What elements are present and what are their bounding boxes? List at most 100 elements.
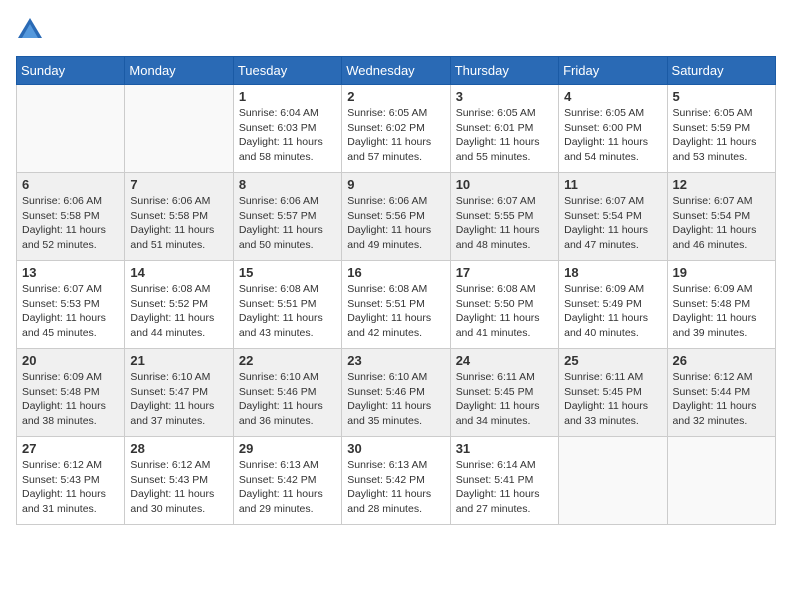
calendar-week-5: 27 Sunrise: 6:12 AM Sunset: 5:43 PM Dayli… (17, 437, 776, 525)
calendar-cell: 2 Sunrise: 6:05 AM Sunset: 6:02 PM Daylig… (342, 85, 450, 173)
day-number: 20 (22, 353, 119, 368)
calendar-cell: 14 Sunrise: 6:08 AM Sunset: 5:52 PM Dayli… (125, 261, 233, 349)
day-info: Sunrise: 6:05 AM Sunset: 6:01 PM Dayligh… (456, 106, 553, 165)
weekday-header-saturday: Saturday (667, 57, 775, 85)
day-number: 29 (239, 441, 336, 456)
day-info: Sunrise: 6:10 AM Sunset: 5:47 PM Dayligh… (130, 370, 227, 429)
logo (16, 16, 48, 44)
calendar-week-1: 1 Sunrise: 6:04 AM Sunset: 6:03 PM Daylig… (17, 85, 776, 173)
calendar-cell: 9Sunrise: 6:06 AM Sunset: 5:56 PM Daylig… (342, 173, 450, 261)
calendar-cell: 11 Sunrise: 6:07 AM Sunset: 5:54 PM Dayli… (559, 173, 667, 261)
calendar-cell: 18Sunrise: 6:09 AM Sunset: 5:49 PM Dayli… (559, 261, 667, 349)
day-info: Sunrise: 6:06 AM Sunset: 5:57 PM Dayligh… (239, 194, 336, 253)
calendar-cell: 13 Sunrise: 6:07 AM Sunset: 5:53 PM Dayli… (17, 261, 125, 349)
calendar-cell: 29 Sunrise: 6:13 AM Sunset: 5:42 PM Dayli… (233, 437, 341, 525)
calendar-cell: 28 Sunrise: 6:12 AM Sunset: 5:43 PM Dayli… (125, 437, 233, 525)
day-info: Sunrise: 6:12 AM Sunset: 5:43 PM Dayligh… (130, 458, 227, 517)
calendar-cell: 10Sunrise: 6:07 AM Sunset: 5:55 PM Dayli… (450, 173, 558, 261)
day-number: 14 (130, 265, 227, 280)
day-info: Sunrise: 6:12 AM Sunset: 5:44 PM Dayligh… (673, 370, 770, 429)
calendar-cell: 30 Sunrise: 6:13 AM Sunset: 5:42 PM Dayli… (342, 437, 450, 525)
weekday-header-wednesday: Wednesday (342, 57, 450, 85)
day-number: 12 (673, 177, 770, 192)
day-number: 1 (239, 89, 336, 104)
calendar-cell: 27 Sunrise: 6:12 AM Sunset: 5:43 PM Dayli… (17, 437, 125, 525)
logo-icon (16, 16, 44, 44)
day-info: Sunrise: 6:04 AM Sunset: 6:03 PM Dayligh… (239, 106, 336, 165)
calendar-cell: 5 Sunrise: 6:05 AM Sunset: 5:59 PM Daylig… (667, 85, 775, 173)
calendar-cell: 23Sunrise: 6:10 AM Sunset: 5:46 PM Dayli… (342, 349, 450, 437)
day-info: Sunrise: 6:10 AM Sunset: 5:46 PM Dayligh… (239, 370, 336, 429)
day-info: Sunrise: 6:09 AM Sunset: 5:48 PM Dayligh… (22, 370, 119, 429)
day-number: 9 (347, 177, 444, 192)
day-number: 15 (239, 265, 336, 280)
page-header (16, 16, 776, 44)
day-info: Sunrise: 6:08 AM Sunset: 5:51 PM Dayligh… (347, 282, 444, 341)
day-number: 25 (564, 353, 661, 368)
calendar-cell: 1 Sunrise: 6:04 AM Sunset: 6:03 PM Daylig… (233, 85, 341, 173)
day-info: Sunrise: 6:05 AM Sunset: 5:59 PM Dayligh… (673, 106, 770, 165)
day-info: Sunrise: 6:11 AM Sunset: 5:45 PM Dayligh… (564, 370, 661, 429)
day-number: 7 (130, 177, 227, 192)
day-number: 23 (347, 353, 444, 368)
day-number: 13 (22, 265, 119, 280)
day-info: Sunrise: 6:08 AM Sunset: 5:52 PM Dayligh… (130, 282, 227, 341)
day-info: Sunrise: 6:05 AM Sunset: 6:02 PM Dayligh… (347, 106, 444, 165)
day-info: Sunrise: 6:09 AM Sunset: 5:49 PM Dayligh… (564, 282, 661, 341)
day-info: Sunrise: 6:13 AM Sunset: 5:42 PM Dayligh… (347, 458, 444, 517)
calendar-cell: 26 Sunrise: 6:12 AM Sunset: 5:44 PM Dayli… (667, 349, 775, 437)
day-number: 21 (130, 353, 227, 368)
day-number: 30 (347, 441, 444, 456)
day-number: 22 (239, 353, 336, 368)
day-info: Sunrise: 6:07 AM Sunset: 5:55 PM Dayligh… (456, 194, 553, 253)
calendar-cell: 7 Sunrise: 6:06 AM Sunset: 5:58 PM Daylig… (125, 173, 233, 261)
calendar-cell (667, 437, 775, 525)
day-number: 28 (130, 441, 227, 456)
day-number: 6 (22, 177, 119, 192)
day-info: Sunrise: 6:13 AM Sunset: 5:42 PM Dayligh… (239, 458, 336, 517)
calendar-week-4: 20 Sunrise: 6:09 AM Sunset: 5:48 PM Dayli… (17, 349, 776, 437)
day-number: 27 (22, 441, 119, 456)
day-number: 11 (564, 177, 661, 192)
day-number: 16 (347, 265, 444, 280)
day-info: Sunrise: 6:08 AM Sunset: 5:51 PM Dayligh… (239, 282, 336, 341)
weekday-header-sunday: Sunday (17, 57, 125, 85)
calendar-cell: 3 Sunrise: 6:05 AM Sunset: 6:01 PM Daylig… (450, 85, 558, 173)
day-number: 26 (673, 353, 770, 368)
day-info: Sunrise: 6:06 AM Sunset: 5:58 PM Dayligh… (22, 194, 119, 253)
calendar-body: 1 Sunrise: 6:04 AM Sunset: 6:03 PM Daylig… (17, 85, 776, 525)
day-number: 24 (456, 353, 553, 368)
calendar-cell: 22 Sunrise: 6:10 AM Sunset: 5:46 PM Dayli… (233, 349, 341, 437)
day-number: 4 (564, 89, 661, 104)
calendar-week-2: 6 Sunrise: 6:06 AM Sunset: 5:58 PM Daylig… (17, 173, 776, 261)
calendar-week-3: 13 Sunrise: 6:07 AM Sunset: 5:53 PM Dayli… (17, 261, 776, 349)
day-info: Sunrise: 6:07 AM Sunset: 5:53 PM Dayligh… (22, 282, 119, 341)
calendar-cell: 6 Sunrise: 6:06 AM Sunset: 5:58 PM Daylig… (17, 173, 125, 261)
day-info: Sunrise: 6:07 AM Sunset: 5:54 PM Dayligh… (673, 194, 770, 253)
day-number: 2 (347, 89, 444, 104)
day-info: Sunrise: 6:14 AM Sunset: 5:41 PM Dayligh… (456, 458, 553, 517)
day-number: 31 (456, 441, 553, 456)
calendar-cell: 25 Sunrise: 6:11 AM Sunset: 5:45 PM Dayli… (559, 349, 667, 437)
day-info: Sunrise: 6:12 AM Sunset: 5:43 PM Dayligh… (22, 458, 119, 517)
calendar-cell: 21 Sunrise: 6:10 AM Sunset: 5:47 PM Dayli… (125, 349, 233, 437)
weekday-header-thursday: Thursday (450, 57, 558, 85)
day-number: 5 (673, 89, 770, 104)
calendar-cell: 17 Sunrise: 6:08 AM Sunset: 5:50 PM Dayli… (450, 261, 558, 349)
day-number: 17 (456, 265, 553, 280)
day-number: 3 (456, 89, 553, 104)
calendar-table: SundayMondayTuesdayWednesdayThursdayFrid… (16, 56, 776, 525)
weekday-header-friday: Friday (559, 57, 667, 85)
day-info: Sunrise: 6:05 AM Sunset: 6:00 PM Dayligh… (564, 106, 661, 165)
calendar-cell (125, 85, 233, 173)
day-info: Sunrise: 6:08 AM Sunset: 5:50 PM Dayligh… (456, 282, 553, 341)
calendar-cell: 24 Sunrise: 6:11 AM Sunset: 5:45 PM Dayli… (450, 349, 558, 437)
calendar-cell (17, 85, 125, 173)
day-info: Sunrise: 6:07 AM Sunset: 5:54 PM Dayligh… (564, 194, 661, 253)
day-info: Sunrise: 6:06 AM Sunset: 5:58 PM Dayligh… (130, 194, 227, 253)
calendar-cell: 31 Sunrise: 6:14 AM Sunset: 5:41 PM Dayli… (450, 437, 558, 525)
calendar-cell: 16 Sunrise: 6:08 AM Sunset: 5:51 PM Dayli… (342, 261, 450, 349)
day-info: Sunrise: 6:11 AM Sunset: 5:45 PM Dayligh… (456, 370, 553, 429)
calendar-cell (559, 437, 667, 525)
calendar-cell: 20 Sunrise: 6:09 AM Sunset: 5:48 PM Dayli… (17, 349, 125, 437)
